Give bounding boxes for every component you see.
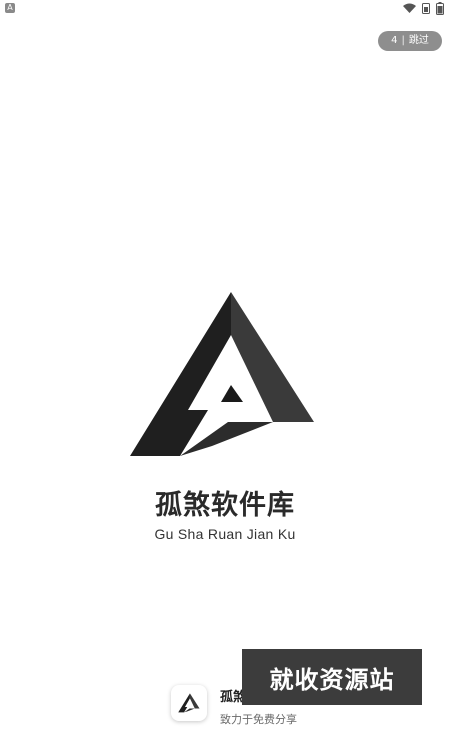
footer-tagline: 致力于免费分享 bbox=[220, 713, 297, 726]
app-icon bbox=[171, 685, 207, 721]
triangle-a-logo bbox=[130, 292, 314, 456]
app-notification-icon: A bbox=[5, 3, 15, 13]
battery-icon bbox=[436, 1, 444, 15]
skip-separator: | bbox=[401, 35, 405, 46]
status-icons bbox=[403, 1, 444, 15]
skip-button[interactable]: 4 | 跳过 bbox=[378, 31, 442, 51]
brand-name: 孤煞软件库 bbox=[155, 490, 295, 521]
status-bar: A bbox=[0, 0, 450, 18]
triangle-a-logo-small bbox=[178, 693, 200, 713]
watermark-banner: 就收资源站 bbox=[242, 649, 422, 705]
skip-label: 跳过 bbox=[408, 35, 429, 46]
sim-icon bbox=[422, 2, 430, 14]
watermark-text: 就收资源站 bbox=[269, 665, 395, 694]
brand-pinyin: Gu Sha Ruan Jian Ku bbox=[154, 526, 296, 542]
skip-countdown: 4 bbox=[391, 35, 398, 46]
wifi-icon bbox=[403, 3, 416, 13]
